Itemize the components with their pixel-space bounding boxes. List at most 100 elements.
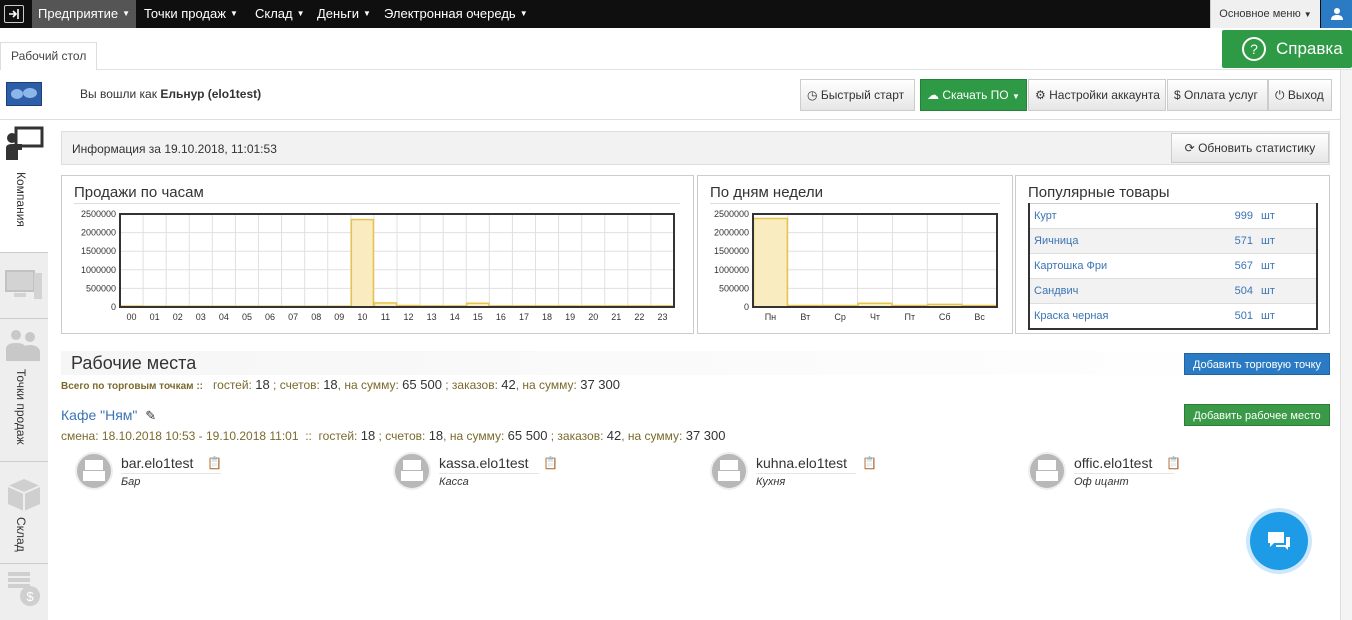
- guests-value: 18: [360, 428, 376, 443]
- workplace-card[interactable]: bar.elo1test Бар 📋: [75, 452, 275, 494]
- y-tick-label: 2000000: [81, 228, 116, 238]
- account-settings-button[interactable]: ⚙ Настройки аккаунта: [1028, 79, 1166, 111]
- clipboard-icon[interactable]: 📋: [862, 456, 877, 470]
- sidebar-item-warehouse[interactable]: Склад: [0, 462, 48, 564]
- popular-row[interactable]: Сандвич 504 шт: [1029, 278, 1317, 304]
- quickstart-button[interactable]: ◷ Быстрый старт: [800, 79, 915, 111]
- sum-value: 65 500: [507, 428, 548, 443]
- presentation-icon: [6, 126, 44, 160]
- x-tick-label: 00: [127, 312, 137, 322]
- edit-icon[interactable]: ✎: [145, 408, 156, 423]
- y-tick-label: 0: [744, 302, 749, 312]
- power-icon: ⏻: [1275, 88, 1285, 102]
- nav-item-queue[interactable]: Электронная очередь ▼: [378, 0, 534, 28]
- left-sidebar: Компания Точки продаж Склад $: [0, 120, 48, 620]
- nav-item-sales-points[interactable]: Точки продаж ▼: [138, 0, 244, 28]
- workplace-card[interactable]: kassa.elo1test Касса 📋: [393, 452, 593, 494]
- y-tick-label: 2500000: [81, 209, 116, 219]
- x-tick-label: 09: [334, 312, 344, 322]
- product-name[interactable]: Сандвич: [1029, 278, 1207, 304]
- workplace-name[interactable]: kassa.elo1test: [439, 455, 529, 471]
- sidebar-item-money[interactable]: $: [0, 564, 48, 620]
- gear-icon: ⚙: [1035, 88, 1046, 102]
- product-name[interactable]: Яичница: [1029, 228, 1207, 254]
- help-button[interactable]: ? Справка: [1222, 30, 1352, 68]
- cash-register-icon: [393, 452, 431, 490]
- y-tick-label: 1500000: [81, 246, 116, 256]
- x-tick-label: 17: [519, 312, 529, 322]
- exit-arrow-icon[interactable]: [4, 5, 24, 23]
- info-bar: Информация за 19.10.2018, 11:01:53: [61, 131, 1330, 165]
- x-tick-label: Ср: [834, 312, 846, 322]
- orders-value: 42: [606, 428, 622, 443]
- nav-item-money[interactable]: Деньги ▼: [311, 0, 377, 28]
- product-qty: 567: [1207, 253, 1257, 279]
- x-tick-label: 16: [496, 312, 506, 322]
- workplace-name[interactable]: bar.elo1test: [121, 455, 193, 471]
- workplace-role: Касса: [439, 476, 469, 488]
- product-unit: шт: [1257, 253, 1317, 279]
- clipboard-icon[interactable]: 📋: [543, 456, 558, 470]
- nav-item-warehouse[interactable]: Склад ▼: [249, 0, 311, 28]
- add-workplace-button[interactable]: Добавить рабочее место: [1184, 404, 1330, 426]
- cafe-name[interactable]: Кафе "Ням": [61, 407, 137, 423]
- refresh-icon: ⟳: [1184, 141, 1195, 155]
- workplaces-title: Рабочие места: [71, 353, 197, 373]
- add-sales-point-button[interactable]: Добавить торговую точку: [1184, 353, 1330, 375]
- bar[interactable]: [350, 218, 375, 308]
- company-logo: [6, 82, 42, 106]
- popular-row[interactable]: Краска черная 501 шт: [1029, 303, 1317, 329]
- popular-row[interactable]: Яичница 571 шт: [1029, 228, 1317, 254]
- clipboard-icon[interactable]: 📋: [1166, 456, 1181, 470]
- cash-register-icon: [1028, 452, 1066, 490]
- orders-sum-label: , на сумму:: [515, 378, 577, 392]
- totals-line: Всего по торговым точкам :: гостей: 18 ;…: [61, 377, 620, 392]
- chat-button[interactable]: [1250, 512, 1308, 570]
- product-name[interactable]: Краска черная: [1029, 303, 1207, 329]
- cash-register-icon: [75, 452, 113, 490]
- payment-button[interactable]: $ Оплата услуг: [1167, 79, 1268, 111]
- popular-row[interactable]: Курт 999 шт: [1029, 203, 1317, 229]
- x-tick-label: 03: [196, 312, 206, 322]
- main-menu-dropdown[interactable]: Основное меню ▼: [1210, 0, 1320, 28]
- workplaces-header-bar: [61, 351, 1330, 375]
- x-tick-label: 04: [219, 312, 229, 322]
- workplace-role: Бар: [121, 476, 141, 488]
- product-name[interactable]: Картошка Фри: [1029, 253, 1207, 279]
- user-icon[interactable]: [1321, 0, 1352, 28]
- nav-item-enterprise[interactable]: Предприятие ▼: [32, 0, 137, 28]
- question-icon: ?: [1242, 37, 1266, 61]
- tab-desktop[interactable]: Рабочий стол: [0, 42, 98, 70]
- info-timestamp: Информация за 19.10.2018, 11:01:53: [72, 142, 277, 156]
- guests-value: 18: [255, 377, 270, 392]
- popular-row[interactable]: Картошка Фри 567 шт: [1029, 253, 1317, 279]
- divider: [439, 473, 539, 474]
- workplace-name[interactable]: kuhna.elo1test: [756, 455, 847, 471]
- bar[interactable]: [752, 217, 789, 308]
- workplace-name[interactable]: offic.elo1test: [1074, 455, 1152, 471]
- sidebar-item-devices[interactable]: [0, 253, 48, 319]
- refresh-stats-button[interactable]: ⟳ Обновить статистику: [1171, 133, 1329, 163]
- workplace-card[interactable]: offic.elo1test Оф ицант 📋: [1028, 452, 1228, 494]
- shift-line: смена: 18.10.2018 10:53 - 19.10.2018 11:…: [61, 428, 725, 443]
- x-tick-label: 13: [427, 312, 437, 322]
- clipboard-icon[interactable]: 📋: [207, 456, 222, 470]
- page-scrollbar[interactable]: [1340, 70, 1352, 620]
- cafe-name-link[interactable]: Кафе "Ням" ✎: [61, 407, 156, 424]
- download-button[interactable]: ☁ Скачать ПО ▼: [920, 79, 1027, 111]
- sidebar-item-sales-points[interactable]: Точки продаж: [0, 319, 48, 462]
- divider: [756, 473, 856, 474]
- totals-label: Всего по торговым точкам ::: [61, 381, 204, 392]
- logout-button[interactable]: ⏻ Выход: [1268, 79, 1332, 111]
- sum-label: , на сумму:: [443, 429, 505, 443]
- caret-down-icon: ▼: [1303, 10, 1312, 19]
- orders-value: 42: [501, 377, 516, 392]
- workplace-card[interactable]: kuhna.elo1test Кухня 📋: [710, 452, 910, 494]
- chat-icon: [1268, 532, 1290, 550]
- x-tick-label: 10: [357, 312, 367, 322]
- x-tick-label: 22: [634, 312, 644, 322]
- weekday-sales-panel: По дням недели 2500000 2000000 1500000 1000…: [697, 175, 1013, 334]
- product-name[interactable]: Курт: [1029, 203, 1207, 229]
- orders-label: ; заказов:: [445, 378, 498, 392]
- sidebar-item-company[interactable]: Компания: [0, 120, 48, 253]
